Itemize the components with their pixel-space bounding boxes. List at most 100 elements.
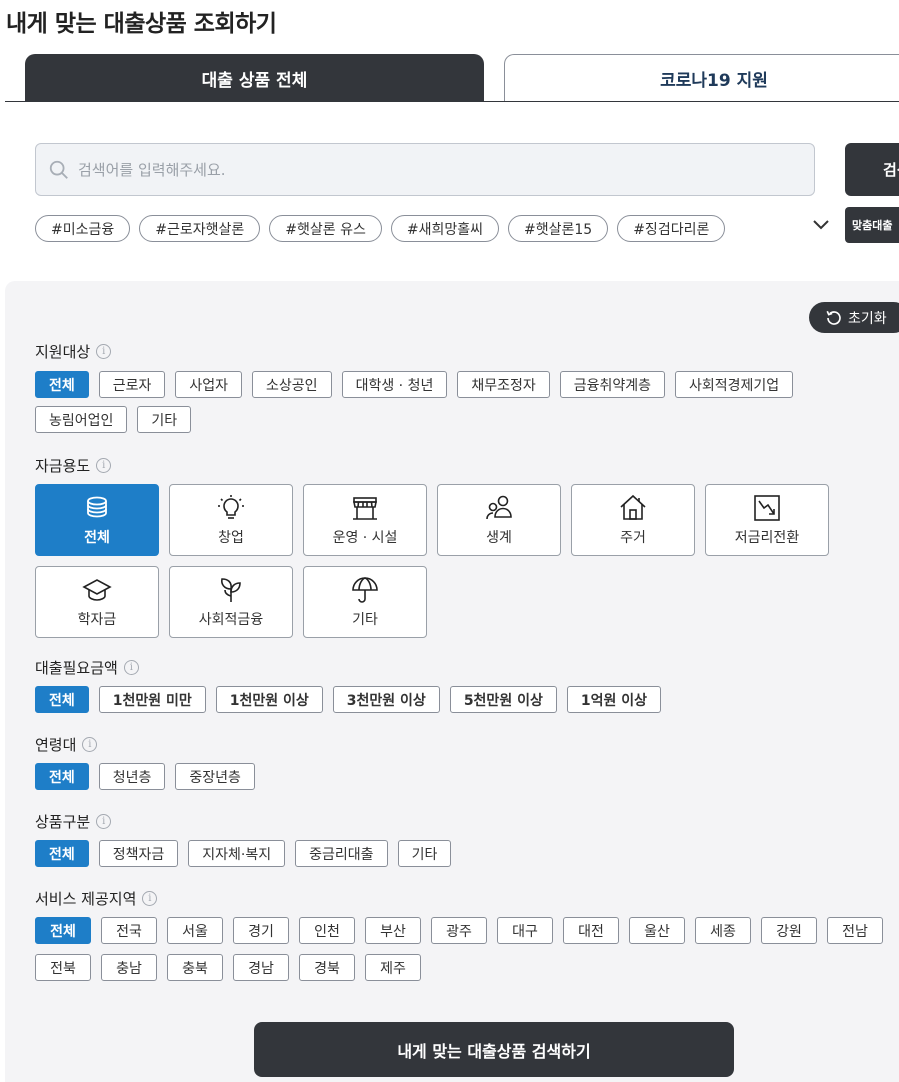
filter-label-age: 연령대 i bbox=[35, 734, 98, 755]
chip-region[interactable]: 충북 bbox=[167, 954, 223, 981]
chip-type-policy[interactable]: 정책자금 bbox=[98, 840, 179, 867]
usage-card-housing[interactable]: 주거 bbox=[571, 484, 695, 556]
filter-label-text: 상품구분 bbox=[35, 813, 91, 831]
house-icon bbox=[620, 494, 646, 520]
chip-region[interactable]: 경기 bbox=[233, 917, 289, 944]
usage-card-low-rate[interactable]: 저금리전환 bbox=[705, 484, 829, 556]
chip-target-student[interactable]: 대학생 · 청년 bbox=[341, 371, 448, 398]
people-icon bbox=[486, 495, 512, 520]
usage-card-social-finance[interactable]: 사회적금융 bbox=[169, 566, 293, 638]
filter-label-text: 서비스 제공지역 bbox=[35, 890, 137, 908]
chip-region[interactable]: 전북 bbox=[35, 954, 91, 981]
info-icon[interactable]: i bbox=[96, 344, 112, 359]
chip-region[interactable]: 대전 bbox=[563, 917, 619, 944]
chip-region-all[interactable]: 전체 bbox=[35, 917, 91, 944]
chip-age-all[interactable]: 전체 bbox=[35, 763, 89, 790]
usage-card-all[interactable]: 전체 bbox=[35, 484, 159, 556]
hashtag-chip[interactable]: #햇살론 유스 bbox=[269, 215, 382, 242]
chip-region[interactable]: 강원 bbox=[761, 917, 817, 944]
search-icon bbox=[49, 160, 68, 179]
usage-card-startup[interactable]: 창업 bbox=[169, 484, 293, 556]
chip-region[interactable]: 경북 bbox=[299, 954, 355, 981]
coins-icon bbox=[87, 496, 107, 518]
tab-covid-support[interactable]: 코로나19 지원 bbox=[504, 54, 899, 102]
hashtag-chip[interactable]: #징검다리론 bbox=[617, 215, 726, 242]
chip-region[interactable]: 충남 bbox=[101, 954, 157, 981]
chevron-down-icon[interactable] bbox=[810, 215, 832, 235]
chip-type-other[interactable]: 기타 bbox=[397, 840, 452, 867]
chip-target-vulnerable[interactable]: 금융취약계층 bbox=[559, 371, 666, 398]
reset-button[interactable]: 초기화 bbox=[809, 302, 899, 333]
usage-card-label: 사회적금융 bbox=[198, 612, 264, 628]
usage-card-label: 운영 · 시설 bbox=[332, 530, 398, 546]
filter-label-text: 지원대상 bbox=[35, 343, 91, 361]
chip-type-all[interactable]: 전체 bbox=[35, 840, 89, 867]
chip-region[interactable]: 서울 bbox=[167, 917, 223, 944]
filter-label-product-type: 상품구분 i bbox=[35, 811, 112, 832]
usage-card-label: 저금리전환 bbox=[734, 530, 800, 546]
store-icon bbox=[353, 497, 377, 520]
amount-chips: 전체 1천만원 미만 1천만원 이상 3천만원 이상 5천만원 이상 1억원 이… bbox=[35, 686, 875, 713]
chip-target-debt[interactable]: 채무조정자 bbox=[457, 371, 550, 398]
chip-amount-over-100m[interactable]: 1억원 이상 bbox=[566, 686, 661, 713]
chip-region[interactable]: 제주 bbox=[365, 954, 421, 981]
usage-card-operation[interactable]: 운영 · 시설 bbox=[303, 484, 427, 556]
info-icon[interactable]: i bbox=[96, 458, 112, 473]
chip-type-mid-rate[interactable]: 중금리대출 bbox=[295, 840, 388, 867]
chip-region[interactable]: 세종 bbox=[695, 917, 751, 944]
chip-amount-under-10m[interactable]: 1천만원 미만 bbox=[98, 686, 206, 713]
chip-region[interactable]: 울산 bbox=[629, 917, 685, 944]
usage-card-label: 기타 bbox=[352, 612, 378, 628]
chip-region[interactable]: 광주 bbox=[431, 917, 487, 944]
target-chips: 전체 근로자 사업자 소상공인 대학생 · 청년 채무조정자 금융취약계층 사회… bbox=[35, 371, 875, 433]
filter-label-text: 연령대 bbox=[35, 736, 77, 754]
chip-amount-over-50m[interactable]: 5천만원 이상 bbox=[449, 686, 557, 713]
lightbulb-icon bbox=[218, 495, 244, 519]
info-icon[interactable]: i bbox=[82, 737, 98, 752]
chip-target-other[interactable]: 기타 bbox=[137, 406, 192, 433]
tab-all-loans[interactable]: 대출 상품 전체 bbox=[25, 54, 484, 102]
chip-target-business[interactable]: 사업자 bbox=[175, 371, 243, 398]
chip-region[interactable]: 인천 bbox=[299, 917, 355, 944]
usage-card-label: 학자금 bbox=[77, 612, 117, 628]
chip-amount-all[interactable]: 전체 bbox=[35, 686, 89, 713]
search-input[interactable] bbox=[78, 160, 778, 179]
submit-search-button[interactable]: 내게 맞는 대출상품 검색하기 bbox=[254, 1022, 734, 1077]
search-button[interactable]: 검색 bbox=[845, 143, 899, 196]
chip-amount-over-10m[interactable]: 1천만원 이상 bbox=[215, 686, 323, 713]
info-icon[interactable]: i bbox=[123, 660, 139, 675]
chip-target-small-business[interactable]: 소상공인 bbox=[252, 371, 332, 398]
chip-region[interactable]: 전국 bbox=[101, 917, 157, 944]
filter-label-text: 대출필요금액 bbox=[35, 659, 118, 677]
hashtag-chip[interactable]: #햇살론15 bbox=[508, 215, 609, 242]
chip-target-worker[interactable]: 근로자 bbox=[98, 371, 166, 398]
refresh-icon bbox=[826, 310, 841, 325]
usage-card-tuition[interactable]: 학자금 bbox=[35, 566, 159, 638]
usage-card-other[interactable]: 기타 bbox=[303, 566, 427, 638]
hashtag-chip[interactable]: #새희망홀씨 bbox=[390, 215, 500, 242]
match-loan-button[interactable]: 맞춤대출 bbox=[845, 207, 899, 243]
chip-target-all[interactable]: 전체 bbox=[35, 371, 89, 398]
page-title: 내게 맞는 대출상품 조회하기 bbox=[6, 11, 277, 37]
age-chips: 전체 청년층 중장년층 bbox=[35, 763, 875, 790]
product-type-chips: 전체 정책자금 지자체·복지 중금리대출 기타 bbox=[35, 840, 875, 867]
info-icon[interactable]: i bbox=[142, 891, 158, 906]
chip-region[interactable]: 대구 bbox=[497, 917, 553, 944]
filter-label-amount: 대출필요금액 i bbox=[35, 657, 139, 678]
chip-region[interactable]: 부산 bbox=[365, 917, 421, 944]
chip-region[interactable]: 경남 bbox=[233, 954, 289, 981]
chip-target-farmer[interactable]: 농림어업인 bbox=[35, 406, 128, 433]
info-icon[interactable]: i bbox=[96, 814, 112, 829]
usage-card-living[interactable]: 생계 bbox=[437, 484, 561, 556]
filter-label-text: 자금용도 bbox=[35, 457, 91, 475]
trend-down-icon bbox=[754, 495, 780, 521]
hashtag-list: #미소금융 #근로자햇살론 #햇살론 유스 #새희망홀씨 #햇살론15 #징검다… bbox=[35, 215, 726, 242]
hashtag-chip[interactable]: #미소금융 bbox=[35, 215, 131, 242]
chip-type-local-welfare[interactable]: 지자체·복지 bbox=[188, 840, 286, 867]
chip-target-social[interactable]: 사회적경제기업 bbox=[675, 371, 794, 398]
chip-age-youth[interactable]: 청년층 bbox=[98, 763, 166, 790]
chip-amount-over-30m[interactable]: 3천만원 이상 bbox=[332, 686, 440, 713]
chip-region[interactable]: 전남 bbox=[827, 917, 883, 944]
hashtag-chip[interactable]: #근로자햇살론 bbox=[139, 215, 261, 242]
chip-age-middle[interactable]: 중장년층 bbox=[175, 763, 255, 790]
